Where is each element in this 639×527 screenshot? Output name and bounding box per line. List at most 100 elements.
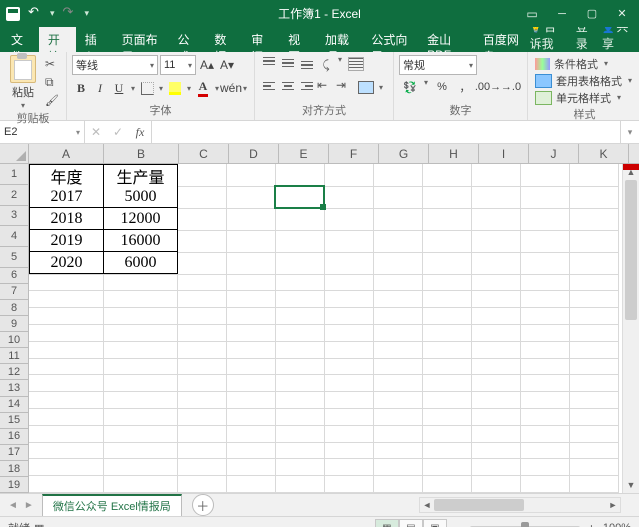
font-name-combo[interactable]: 等线▾ xyxy=(72,55,158,75)
fill-color-button[interactable] xyxy=(166,78,184,98)
row-header-3[interactable]: 3 xyxy=(0,206,28,227)
col-header-F[interactable]: F xyxy=(329,144,379,163)
insert-function[interactable]: fx xyxy=(129,125,151,140)
hscroll-right[interactable]: ► xyxy=(606,498,620,512)
tab-baidu[interactable]: 百度网盘 xyxy=(474,27,530,52)
horizontal-scrollbar[interactable]: ◄ ► xyxy=(419,497,621,513)
underline-button[interactable]: U xyxy=(110,78,128,98)
tab-addins[interactable]: 加载项 xyxy=(316,27,362,52)
comma-format[interactable]: ， xyxy=(454,78,476,96)
expand-formula-bar[interactable]: ▾ xyxy=(620,121,639,143)
tab-file[interactable]: 文件 xyxy=(2,27,39,52)
decrease-decimal[interactable]: →.0 xyxy=(500,78,522,96)
zoom-thumb[interactable] xyxy=(521,522,529,527)
align-middle[interactable] xyxy=(279,55,297,71)
row-header-8[interactable]: 8 xyxy=(0,300,28,316)
tab-formula-wizard[interactable]: 公式向导 xyxy=(362,27,418,52)
view-page-break[interactable]: ▣ xyxy=(423,519,447,527)
orientation-button[interactable] xyxy=(317,55,335,75)
tab-data[interactable]: 数据 xyxy=(205,27,242,52)
hscroll-thumb[interactable] xyxy=(434,499,524,511)
borders-button[interactable] xyxy=(138,78,156,98)
tab-insert[interactable]: 插入 xyxy=(76,27,113,52)
fill-color-dropdown[interactable]: ▾ xyxy=(185,84,193,93)
close-button[interactable]: ✕ xyxy=(609,5,635,23)
tab-view[interactable]: 视图 xyxy=(279,27,316,52)
decrease-indent[interactable] xyxy=(317,78,335,94)
row-header-6[interactable]: 6 xyxy=(0,268,28,284)
col-header-C[interactable]: C xyxy=(179,144,229,163)
hscroll-left[interactable]: ◄ xyxy=(420,498,434,512)
row-header-7[interactable]: 7 xyxy=(0,284,28,300)
new-sheet-button[interactable]: ＋ xyxy=(192,494,214,516)
col-header-E[interactable]: E xyxy=(279,144,329,163)
italic-button[interactable]: I xyxy=(91,78,109,98)
borders-dropdown[interactable]: ▾ xyxy=(157,84,165,93)
tab-page-layout[interactable]: 页面布局 xyxy=(113,27,169,52)
cell-A5[interactable]: 2020 xyxy=(29,252,104,274)
minimize-button[interactable]: ─ xyxy=(549,5,575,23)
view-normal[interactable]: ▦ xyxy=(375,519,399,527)
row-header-1[interactable]: 1 xyxy=(0,164,28,185)
redo-icon[interactable] xyxy=(63,7,77,21)
col-header-K[interactable]: K xyxy=(579,144,629,163)
increase-indent[interactable] xyxy=(336,78,354,94)
copy-icon[interactable] xyxy=(45,75,61,89)
phonetic-dropdown[interactable]: ▾ xyxy=(241,84,249,93)
qat-customize[interactable]: ▾ xyxy=(85,8,90,19)
sheet-tab-active[interactable]: 微信公众号 Excel情报局 xyxy=(42,494,182,516)
col-header-H[interactable]: H xyxy=(429,144,479,163)
cell-A4[interactable]: 2019 xyxy=(29,230,104,252)
row-header-5[interactable]: 5 xyxy=(0,247,28,268)
bold-button[interactable]: B xyxy=(72,78,90,98)
ribbon-options-icon[interactable]: ▭ xyxy=(519,5,545,23)
row-header-18[interactable]: 18 xyxy=(0,461,28,477)
font-color-button[interactable]: A xyxy=(194,78,212,98)
underline-dropdown[interactable]: ▾ xyxy=(129,84,137,93)
cell-B4[interactable]: 16000 xyxy=(103,230,178,252)
cell-A1[interactable]: 年度 xyxy=(29,164,104,187)
number-format-combo[interactable]: 常规▾ xyxy=(399,55,477,75)
align-left[interactable] xyxy=(260,78,278,94)
align-center[interactable] xyxy=(279,78,297,94)
scroll-down[interactable]: ▼ xyxy=(627,477,636,493)
row-header-12[interactable]: 12 xyxy=(0,364,28,380)
paste-dropdown[interactable]: ▾ xyxy=(21,101,25,110)
zoom-out[interactable]: − xyxy=(455,521,462,527)
row-header-2[interactable]: 2 xyxy=(0,185,28,206)
row-header-17[interactable]: 17 xyxy=(0,445,28,461)
row-header-11[interactable]: 11 xyxy=(0,348,28,364)
cell-area[interactable]: 年度生产量2017500020181200020191600020206000 xyxy=(29,164,639,493)
phonetic-button[interactable]: wén xyxy=(222,78,240,98)
grow-font-button[interactable]: A▴ xyxy=(198,55,216,75)
cell-B2[interactable]: 5000 xyxy=(103,186,178,208)
undo-dropdown[interactable]: ▾ xyxy=(50,8,55,19)
col-header-J[interactable]: J xyxy=(529,144,579,163)
sheet-nav-next[interactable]: ► xyxy=(22,500,36,511)
zoom-value[interactable]: 100% xyxy=(603,522,631,527)
font-size-combo[interactable]: 11▾ xyxy=(160,55,196,75)
col-header-A[interactable]: A xyxy=(29,144,104,163)
row-header-10[interactable]: 10 xyxy=(0,332,28,348)
format-as-table[interactable]: 套用表格格式▾ xyxy=(533,72,636,89)
cell-styles[interactable]: 单元格样式▾ xyxy=(533,89,636,106)
row-header-16[interactable]: 16 xyxy=(0,429,28,445)
accounting-dropdown[interactable]: ▾ xyxy=(422,78,430,96)
sheet-nav-prev[interactable]: ◄ xyxy=(6,500,20,511)
cut-icon[interactable] xyxy=(45,57,61,71)
col-header-I[interactable]: I xyxy=(479,144,529,163)
col-header-B[interactable]: B xyxy=(104,144,179,163)
save-icon[interactable] xyxy=(6,7,20,21)
tab-home[interactable]: 开始 xyxy=(39,27,76,52)
row-header-19[interactable]: 19 xyxy=(0,477,28,493)
increase-decimal[interactable]: .00→ xyxy=(477,78,499,96)
tab-review[interactable]: 审阅 xyxy=(242,27,279,52)
name-box-dropdown[interactable]: ▾ xyxy=(76,128,80,137)
conditional-format[interactable]: 条件格式▾ xyxy=(533,55,636,72)
accounting-format[interactable]: 💱 xyxy=(399,78,421,96)
maximize-button[interactable]: ▢ xyxy=(579,5,605,23)
merge-center[interactable]: ▾ xyxy=(355,78,388,96)
formula-bar[interactable] xyxy=(152,121,620,143)
row-header-9[interactable]: 9 xyxy=(0,316,28,332)
vertical-scrollbar[interactable]: ▲ ▼ xyxy=(622,164,639,493)
